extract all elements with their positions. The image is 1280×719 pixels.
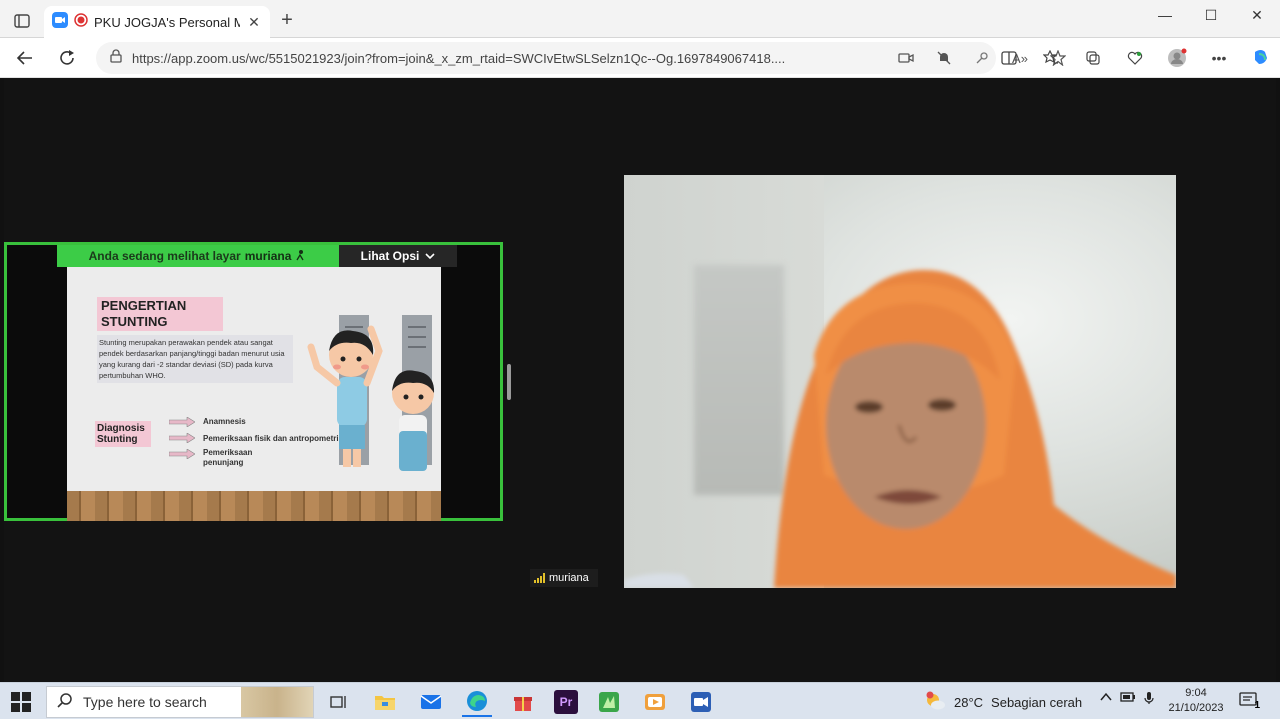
slide-definition: Stunting merupakan perawakan pendek atau… [97,335,293,383]
view-options-label: Lihat Opsi [360,249,420,263]
presenter-icon [295,249,307,264]
microphone-icon[interactable] [1144,691,1154,708]
browser-essentials-icon[interactable] [1124,47,1146,69]
tab-close-icon[interactable]: ✕ [246,14,262,31]
edge-browser-icon[interactable] [462,687,492,717]
window-controls: — ☐ ✕ [1142,0,1280,30]
lock-icon [110,48,122,68]
key-icon[interactable] [972,48,992,68]
signal-strength-icon [534,573,545,583]
premiere-pro-icon[interactable]: Pr [554,690,578,714]
tab-title: PKU JOGJA's Personal Meeti [94,14,240,30]
taskbar-apps: Pr [324,686,716,718]
taskbar-search-box[interactable]: Type here to search [46,686,314,718]
browser-tab-bar: PKU JOGJA's Personal Meeti ✕ + — ☐ ✕ [0,0,1280,38]
favorites-icon[interactable] [1040,47,1062,69]
profile-avatar-icon[interactable] [1166,47,1188,69]
browser-toolbar: https://app.zoom.us/wc/5515021923/join?f… [0,38,1280,78]
slide-diagnosis-label: Diagnosis Stunting [95,421,151,447]
slide-title: PENGERTIAN STUNTING [97,297,223,331]
url-text: https://app.zoom.us/wc/5515021923/join?f… [132,50,786,66]
screen: PKU JOGJA's Personal Meeti ✕ + — ☐ ✕ htt… [0,0,1280,719]
browser-tab-active[interactable]: PKU JOGJA's Personal Meeti ✕ [44,6,270,38]
split-screen-icon[interactable] [998,47,1020,69]
gift-app-icon[interactable] [508,687,538,717]
participant-name: muriana [549,572,589,584]
view-options-button[interactable]: Lihat Opsi [339,245,457,267]
weather-sun-cloud-icon [924,691,946,714]
weather-widget[interactable]: 28°C Sebagian cerah [924,686,1082,718]
file-explorer-icon[interactable] [370,687,400,717]
collections-icon[interactable] [1082,47,1104,69]
weather-description: Sebagian cerah [991,694,1083,710]
arrow-icon [169,433,195,443]
tab-actions-icon[interactable] [8,8,36,34]
wooden-floor [67,491,441,521]
share-banner: Anda sedang melihat layar muriana [57,245,339,267]
search-placeholder: Type here to search [83,694,207,710]
maximize-icon[interactable]: ☐ [1188,0,1234,30]
clock-date: 21/10/2023 [1168,702,1224,714]
notification-center-icon[interactable]: 1 [1238,691,1260,711]
chevron-down-icon [425,249,435,263]
system-tray [1100,691,1154,708]
camtasia-green-icon[interactable] [594,687,624,717]
screen-share-panel[interactable]: Anda sedang melihat layar muriana Lihat … [4,242,503,521]
task-view-icon[interactable] [324,687,354,717]
back-arrow-icon[interactable] [12,46,38,70]
clock-time: 9:04 [1185,687,1207,699]
participant-name-tag: muriana [530,569,598,587]
zoom-favicon-icon [52,11,68,33]
recording-indicator-icon [74,12,88,32]
taskbar-clock[interactable]: 9:04 21/10/2023 [1166,686,1226,716]
refresh-icon[interactable] [54,46,80,70]
windows-taskbar: Type here to search Pr 28°C Sebagian cer… [0,682,1280,719]
browser-extensions: ••• [998,46,1272,70]
close-window-icon[interactable]: ✕ [1234,0,1280,30]
chevron-up-icon[interactable] [1100,691,1112,708]
arrow-icon [169,449,195,459]
copilot-icon[interactable] [1250,47,1272,69]
battery-icon[interactable] [1120,691,1136,708]
search-highlight-image [241,687,313,717]
share-banner-user: muriana [244,249,292,263]
presentation-slide: PENGERTIAN STUNTING Stunting merupakan p… [67,267,441,521]
weather-temperature: 28°C [954,694,984,710]
notification-count: 1 [1254,700,1260,711]
zoom-taskbar-icon[interactable] [686,687,716,717]
new-tab-button[interactable]: + [276,9,298,31]
share-banner-text: Anda sedang melihat layar [88,249,241,263]
children-height-illustration [307,315,435,471]
address-bar[interactable]: https://app.zoom.us/wc/5515021923/join?f… [96,42,1066,74]
media-player-icon[interactable] [640,687,670,717]
minimize-icon[interactable]: — [1142,0,1188,30]
slide-step: Anamnesis [203,417,246,426]
arrow-icon [169,417,195,427]
participant-video[interactable] [624,175,1176,588]
windows-start-icon[interactable] [10,691,32,713]
mail-icon[interactable] [416,687,446,717]
more-menu-icon[interactable]: ••• [1208,47,1230,69]
panel-resize-handle[interactable] [507,364,511,400]
participant-video-frame [624,270,1176,588]
camera-permission-icon[interactable] [896,48,916,68]
search-icon [57,692,73,713]
slide-step: Pemeriksaan penunjang [203,448,253,467]
notifications-blocked-icon[interactable] [934,48,954,68]
